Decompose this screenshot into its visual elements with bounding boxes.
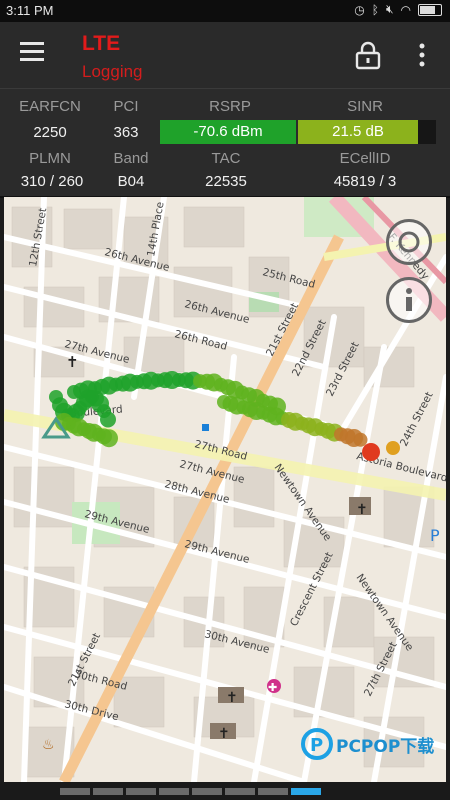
map-view[interactable]: 26th Avenue 26th Avenue 26th Road 27th A… (4, 197, 446, 782)
tac-label: TAC (211, 150, 241, 167)
page-indicator-segment[interactable] (291, 788, 321, 795)
bluetooth-icon: ᛒ (371, 2, 379, 17)
lock-icon[interactable] (354, 40, 382, 70)
app-title: LTE (82, 32, 121, 55)
wifi-icon: ◠ (400, 2, 411, 17)
bus-stop-icon (202, 424, 209, 431)
battery-icon (418, 3, 442, 16)
rsrp-label: RSRP (209, 98, 251, 115)
svg-text:✝: ✝ (66, 354, 79, 371)
info-button[interactable] (386, 277, 432, 323)
svg-text:P: P (310, 735, 323, 756)
compass-button[interactable] (386, 219, 432, 265)
app-bar: LTE Logging (0, 22, 450, 88)
page-indicator-segment[interactable] (60, 788, 90, 795)
pci-label: PCI (113, 98, 139, 115)
earfcn-value: 2250 (33, 124, 67, 141)
current-location-point (362, 443, 380, 461)
watermark-text: PCPOP下载 (336, 736, 434, 757)
tac-value: 22535 (205, 173, 247, 190)
status-icons: ◷ ᛒ 🔇︎ ◠ (354, 2, 442, 17)
page-indicator-segment[interactable] (126, 788, 156, 795)
info-icon (406, 288, 412, 311)
church-icon: ✝ (210, 723, 236, 741)
street-label: 24th Street (398, 390, 436, 448)
page-indicator (0, 782, 450, 800)
cell-info-panel: EARFCN PCI RSRP SINR 2250 363 -70.6 dBm … (0, 88, 450, 198)
track-point (353, 432, 368, 447)
rsrp-bar: -70.6 dBm (160, 120, 296, 144)
church-icon: ✝ (66, 354, 79, 371)
ecellid-value: 45819 / 3 (333, 173, 397, 190)
watermark-logo: P PCPOP下载 (300, 724, 440, 764)
svg-text:✝: ✝ (356, 501, 368, 517)
band-label: Band (113, 150, 149, 167)
hospital-cross: ✚ (268, 682, 277, 694)
sinr-label: SINR (347, 98, 383, 115)
svg-text:✝: ✝ (218, 725, 230, 741)
plmn-value: 310 / 260 (20, 173, 84, 190)
track-point (386, 441, 400, 455)
pci-value: 363 (113, 124, 139, 141)
compass-icon (398, 231, 420, 253)
hamburger-menu-button[interactable] (20, 42, 44, 62)
map-canvas: 26th Avenue 26th Avenue 26th Road 27th A… (4, 197, 446, 782)
earfcn-label: EARFCN (19, 98, 81, 115)
track-point (100, 429, 118, 448)
app-subtitle: Logging (82, 62, 143, 81)
rsrp-value: -70.6 dBm (193, 123, 263, 140)
page-indicator-segment[interactable] (93, 788, 123, 795)
page-indicator-segment[interactable] (192, 788, 222, 795)
more-options-icon[interactable] (412, 42, 432, 68)
parking-icon: P (430, 526, 440, 545)
sinr-value: 21.5 dB (332, 123, 384, 140)
sinr-bar: 21.5 dB (298, 120, 436, 144)
church-icon: ✝ (349, 497, 371, 517)
fire-station-icon: ♨ (42, 736, 55, 752)
page-indicator-segment[interactable] (258, 788, 288, 795)
plmn-label: PLMN (29, 150, 71, 167)
mute-icon: 🔇︎ (385, 2, 394, 16)
status-time: 3:11 PM (6, 3, 54, 18)
svg-text:✝: ✝ (226, 689, 238, 705)
track-point (100, 411, 116, 428)
status-bar: 3:11 PM ◷ ᛒ 🔇︎ ◠ (0, 0, 450, 22)
page-indicator-segment[interactable] (225, 788, 255, 795)
band-value: B04 (117, 173, 145, 190)
church-icon: ✝ (218, 687, 244, 705)
ecellid-label: ECellID (339, 150, 391, 167)
page-indicator-segment[interactable] (159, 788, 189, 795)
alarm-icon: ◷ (354, 2, 365, 17)
